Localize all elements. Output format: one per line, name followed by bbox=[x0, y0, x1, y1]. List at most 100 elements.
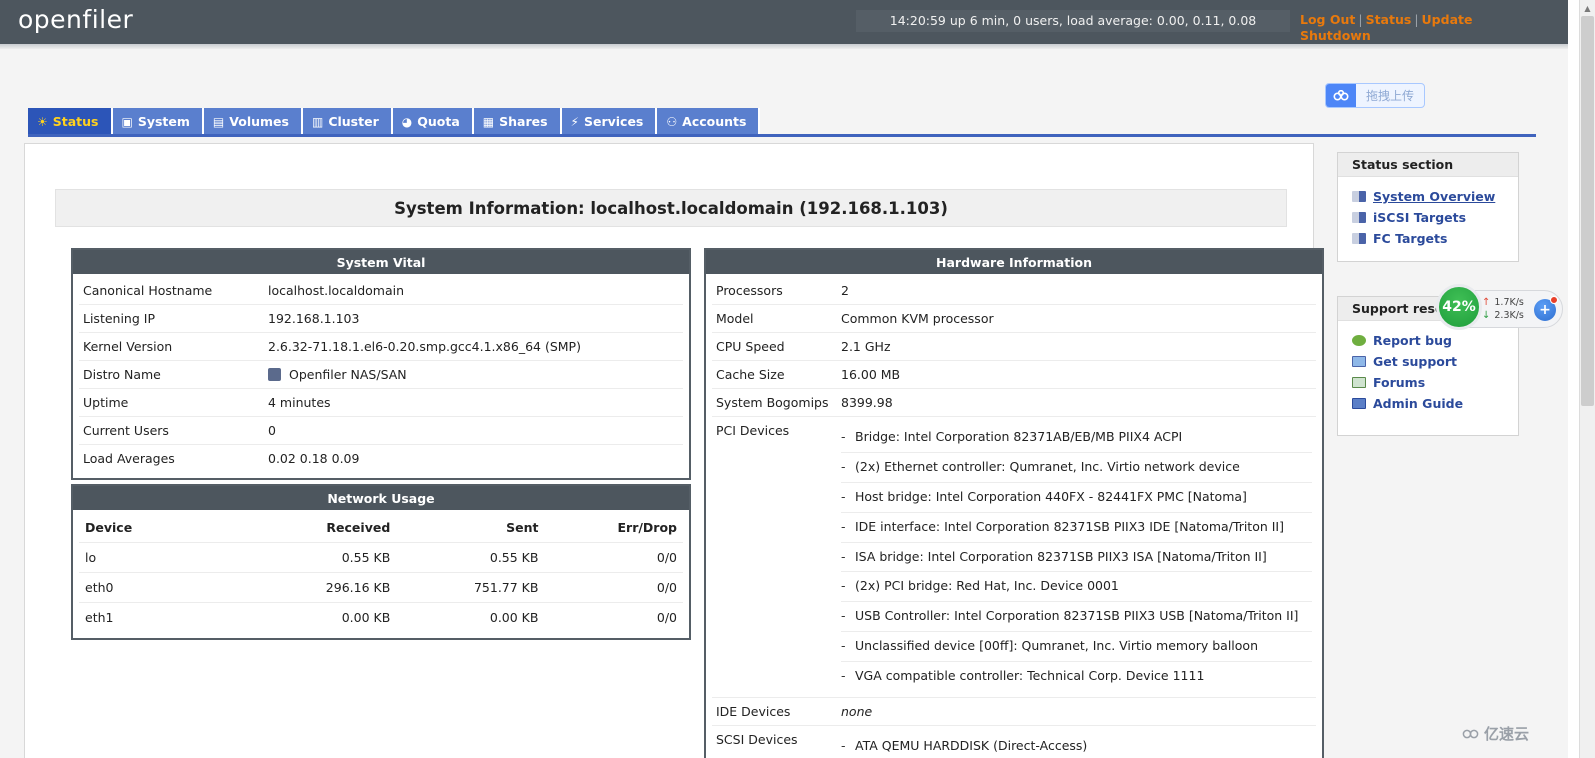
openfiler-admin-page: openfiler 14:20:59 up 6 min, 0 users, lo… bbox=[0, 0, 1595, 758]
row-key: Cache Size bbox=[712, 360, 837, 389]
row-key: System Bogomips bbox=[712, 388, 837, 417]
forum-icon bbox=[1352, 377, 1366, 388]
tab-status[interactable]: ☀ Status bbox=[28, 108, 113, 135]
tab-volumes[interactable]: ▤ Volumes bbox=[203, 108, 303, 135]
watermark: 亿速云 bbox=[1462, 723, 1529, 744]
row-key: Distro Name bbox=[79, 360, 264, 389]
table-row: System Bogomips 8399.98 bbox=[712, 388, 1316, 417]
sidebar-item-label: Forums bbox=[1373, 375, 1426, 390]
progress-percent-badge[interactable]: 42% bbox=[1436, 284, 1482, 330]
table-row: eth0 296.16 KB 751.77 KB 0/0 bbox=[79, 572, 683, 603]
tab-accounts-label: Accounts bbox=[682, 114, 747, 129]
table-row: eth1 0.00 KB 0.00 KB 0/0 bbox=[79, 603, 683, 633]
sidebar-item-admin-guide[interactable]: Admin Guide bbox=[1352, 393, 1508, 414]
cell-device: lo bbox=[79, 542, 249, 573]
list-item: USB Controller: Intel Corporation 82371S… bbox=[841, 602, 1312, 633]
list-item: ATA QEMU HARDDISK (Direct-Access) bbox=[841, 732, 1312, 758]
tab-quota-label: Quota bbox=[417, 114, 460, 129]
mail-icon bbox=[1352, 356, 1366, 367]
guide-icon bbox=[1352, 398, 1366, 409]
header-shadow bbox=[0, 44, 1568, 49]
link-separator-1: | bbox=[1358, 12, 1363, 27]
drag-upload-button[interactable]: 拖拽上传 bbox=[1325, 83, 1425, 108]
tab-volumes-label: Volumes bbox=[229, 114, 289, 129]
download-speed-row: ↓ 2.3K/s bbox=[1482, 309, 1524, 322]
bug-icon bbox=[1352, 335, 1366, 346]
upload-speed-row: ↑ 1.7K/s bbox=[1482, 296, 1524, 309]
table-row: Cache Size 16.00 MB bbox=[712, 360, 1316, 389]
sidebar-item-iscsi-targets[interactable]: iSCSI Targets bbox=[1352, 207, 1508, 228]
row-value: 2.6.32-71.18.1.el6-0.20.smp.gcc4.1.x86_6… bbox=[264, 332, 683, 361]
sidebar-item-forums[interactable]: Forums bbox=[1352, 372, 1508, 393]
distro-name-label: Openfiler NAS/SAN bbox=[289, 367, 407, 382]
top-header-bar: openfiler 14:20:59 up 6 min, 0 users, lo… bbox=[0, 0, 1568, 44]
row-key: Canonical Hostname bbox=[79, 277, 264, 305]
column-header-errdrop: Err/Drop bbox=[544, 513, 683, 543]
cell-received: 296.16 KB bbox=[248, 572, 397, 603]
page-scrollbar[interactable]: ▲ bbox=[1579, 0, 1595, 758]
cloud-upload-icon bbox=[1326, 84, 1356, 107]
pci-device-list: Bridge: Intel Corporation 82371AB/EB/MB … bbox=[841, 423, 1312, 691]
table-row: IDE Devices none bbox=[712, 697, 1316, 726]
distro-logo-icon bbox=[268, 368, 281, 381]
cloud-icon bbox=[1462, 725, 1480, 743]
system-vital-title: System Vital bbox=[73, 250, 689, 274]
tab-system[interactable]: ▣ System bbox=[112, 108, 204, 135]
speed-readout: ↑ 1.7K/s ↓ 2.3K/s bbox=[1482, 296, 1524, 322]
cell-sent: 751.77 KB bbox=[396, 572, 545, 603]
cell-errdrop: 0/0 bbox=[544, 542, 683, 573]
sidebar-item-get-support[interactable]: Get support bbox=[1352, 351, 1508, 372]
row-key: CPU Speed bbox=[712, 332, 837, 361]
row-key-ide: IDE Devices bbox=[712, 697, 837, 726]
scroll-up-arrow-icon[interactable]: ▲ bbox=[1580, 0, 1595, 16]
list-item: Host bridge: Intel Corporation 440FX - 8… bbox=[841, 483, 1312, 513]
row-value: 0.02 0.18 0.09 bbox=[268, 451, 360, 466]
log-out-link[interactable]: Log Out bbox=[1300, 12, 1355, 27]
list-item: Unclassified device [00ff]: Qumranet, In… bbox=[841, 632, 1312, 662]
table-row: PCI Devices Bridge: Intel Corporation 82… bbox=[712, 416, 1316, 698]
sidebar-item-label: Get support bbox=[1373, 354, 1458, 369]
scrollbar-thumb[interactable] bbox=[1581, 16, 1594, 406]
tab-underline bbox=[28, 134, 1536, 137]
arrow-down-icon: ↓ bbox=[1482, 310, 1491, 321]
list-item: VGA compatible controller: Technical Cor… bbox=[841, 662, 1312, 691]
table-row: Current Users 0 bbox=[79, 416, 683, 445]
sidebar-item-label: Report bug bbox=[1373, 333, 1452, 348]
table-row: Load Averages 0.02 0.18 0.09 bbox=[79, 445, 683, 473]
row-value: localhost.localdomain bbox=[264, 277, 683, 305]
shutdown-link[interactable]: Shutdown bbox=[1300, 28, 1371, 43]
shares-icon: ▦ bbox=[482, 114, 495, 129]
tab-quota[interactable]: ◕ Quota bbox=[392, 108, 474, 135]
tab-cluster-label: Cluster bbox=[328, 114, 379, 129]
sidebar-item-fc-targets[interactable]: FC Targets bbox=[1352, 228, 1508, 249]
tab-cluster[interactable]: ▥ Cluster bbox=[302, 108, 393, 135]
tab-accounts[interactable]: ⚇ Accounts bbox=[657, 108, 761, 135]
status-link[interactable]: Status bbox=[1366, 12, 1412, 27]
list-item: Bridge: Intel Corporation 82371AB/EB/MB … bbox=[841, 423, 1312, 453]
openfiler-logo: openfiler bbox=[18, 5, 134, 34]
tab-services[interactable]: ⚡ Services bbox=[561, 108, 658, 135]
row-value-ide: none bbox=[837, 697, 1316, 726]
column-header-device: Device bbox=[79, 513, 249, 543]
sidebar-item-system-overview[interactable]: System Overview bbox=[1352, 186, 1508, 207]
uptime-status-text: 14:20:59 up 6 min, 0 users, load average… bbox=[856, 10, 1290, 32]
row-value: 4 minutes bbox=[264, 388, 683, 417]
main-content-panel: System Information: localhost.localdomai… bbox=[24, 143, 1324, 758]
tab-shares[interactable]: ▦ Shares bbox=[473, 108, 562, 135]
row-value: 16.00 MB bbox=[837, 360, 1316, 389]
download-speed-value: 2.3K/s bbox=[1494, 310, 1524, 321]
network-usage-card: Network Usage Device Received Sent Err/D… bbox=[71, 484, 691, 640]
arrow-up-icon: ↑ bbox=[1482, 297, 1491, 308]
row-key: Listening IP bbox=[79, 304, 264, 333]
system-vital-card: System Vital Canonical Hostname localhos… bbox=[71, 248, 691, 480]
hardware-information-table: Processors 2 Model Common KVM processor … bbox=[712, 277, 1316, 758]
list-item: ISA bridge: Intel Corporation 82371SB PI… bbox=[841, 543, 1312, 573]
update-link[interactable]: Update bbox=[1422, 12, 1473, 27]
table-row: Distro Name Openfiler NAS/SAN bbox=[79, 360, 683, 389]
watermark-label: 亿速云 bbox=[1484, 725, 1530, 743]
sidebar-item-report-bug[interactable]: Report bug bbox=[1352, 330, 1508, 351]
table-row: Processors 2 bbox=[712, 277, 1316, 305]
row-value: 2.1 GHz bbox=[837, 332, 1316, 361]
cell-sent: 0.00 KB bbox=[489, 610, 539, 625]
list-item: IDE interface: Intel Corporation 82371SB… bbox=[841, 513, 1312, 543]
